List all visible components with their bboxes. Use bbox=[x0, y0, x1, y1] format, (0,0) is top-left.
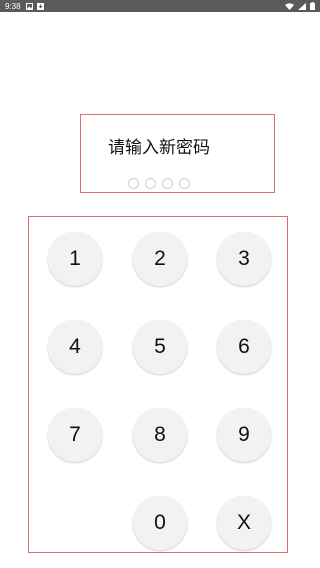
pin-dot bbox=[128, 178, 139, 189]
delete-key[interactable]: X bbox=[217, 496, 271, 550]
status-time: 9:38 bbox=[5, 1, 21, 11]
key-4[interactable]: 4 bbox=[48, 320, 102, 374]
key-7[interactable]: 7 bbox=[48, 408, 102, 462]
key-0[interactable]: 0 bbox=[133, 496, 187, 550]
key-2[interactable]: 2 bbox=[133, 232, 187, 286]
status-right-icons bbox=[285, 2, 315, 10]
prompt-title: 请输入新密码 bbox=[108, 138, 210, 158]
image-icon bbox=[25, 2, 33, 10]
key-5[interactable]: 5 bbox=[133, 320, 187, 374]
keypad: 1 2 3 4 5 6 7 8 9 0 X bbox=[28, 216, 288, 553]
signal-icon bbox=[298, 2, 306, 10]
key-9[interactable]: 9 bbox=[217, 408, 271, 462]
battery-icon bbox=[310, 2, 315, 10]
download-icon bbox=[36, 2, 44, 10]
pin-dot bbox=[179, 178, 190, 189]
status-bar: 9:38 bbox=[0, 0, 320, 12]
key-8[interactable]: 8 bbox=[133, 408, 187, 462]
password-prompt-box: 请输入新密码 bbox=[80, 114, 275, 193]
key-6[interactable]: 6 bbox=[217, 320, 271, 374]
key-1[interactable]: 1 bbox=[48, 232, 102, 286]
pin-indicator bbox=[128, 178, 190, 189]
pin-dot bbox=[145, 178, 156, 189]
key-3[interactable]: 3 bbox=[217, 232, 271, 286]
wifi-icon bbox=[285, 2, 294, 10]
pin-dot bbox=[162, 178, 173, 189]
